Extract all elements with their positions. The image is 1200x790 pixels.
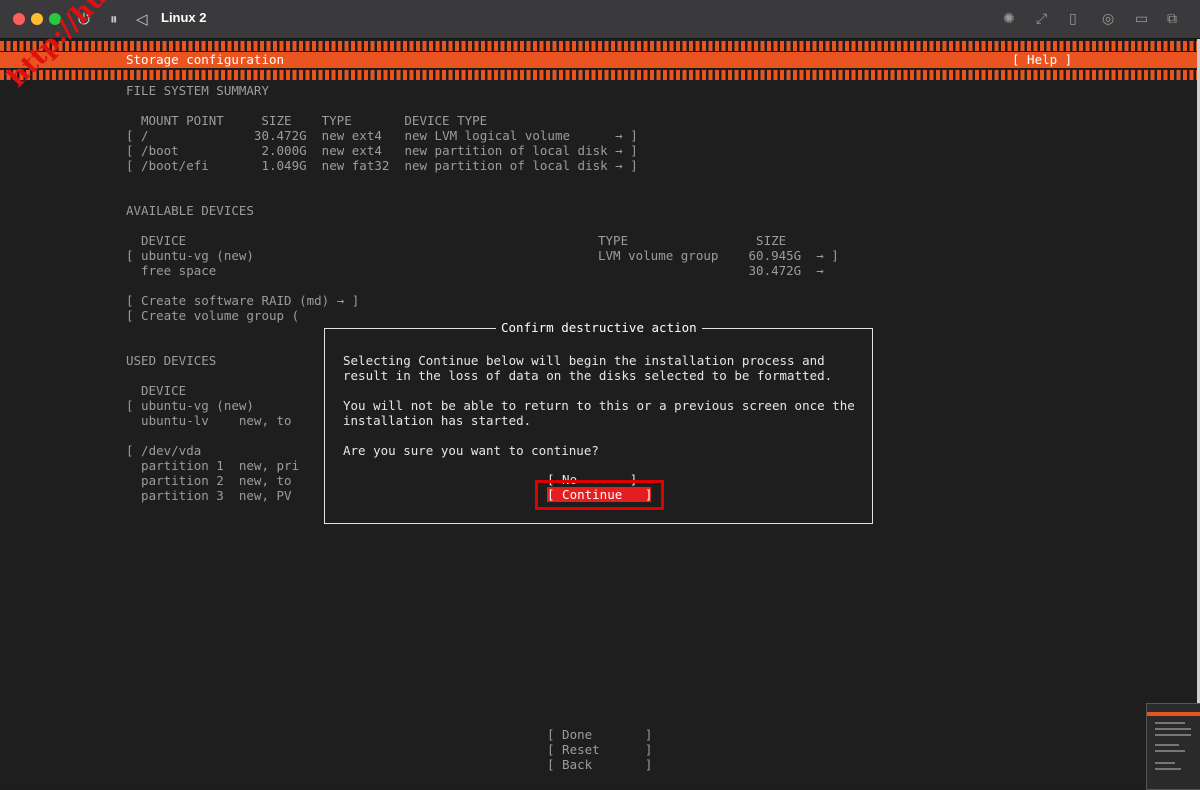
used-row[interactable]: partition 2 new, to: [126, 473, 292, 488]
resize-icon[interactable]: ⤢: [1036, 9, 1047, 29]
available-row-free-space[interactable]: free space: [126, 263, 216, 278]
minimize-window-button[interactable]: [31, 13, 43, 25]
reset-button[interactable]: [ Reset ]: [547, 742, 652, 757]
dialog-text-line: installation has started.: [343, 413, 532, 428]
brightness-icon[interactable]: ✺: [1003, 9, 1015, 29]
folder-icon[interactable]: ▭: [1135, 9, 1148, 29]
available-col-type-size: TYPE SIZE: [598, 233, 787, 248]
disc-icon[interactable]: ◎: [1102, 9, 1114, 29]
available-row-ubuntu-vg-info: LVM volume group 60.945G → ]: [598, 248, 839, 263]
window-titlebar: ⏻ ⏸ ◁ Linux 2 ✺ ⤢ ▯ ◎ ▭ ⧉: [0, 0, 1200, 39]
used-row[interactable]: partition 3 new, PV: [126, 488, 292, 503]
used-col-device: DEVICE: [141, 383, 187, 398]
vm-screen[interactable]: Storage configuration [ Help ] FILE SYST…: [0, 39, 1197, 788]
used-row[interactable]: [ /dev/vda: [126, 443, 201, 458]
fs-row-root[interactable]: [ / 30.472G new ext4 new LVM logical vol…: [126, 128, 638, 143]
help-button[interactable]: [ Help ]: [1012, 52, 1072, 68]
used-row[interactable]: [ ubuntu-vg (new): [126, 398, 254, 413]
back-icon[interactable]: ◁: [136, 9, 148, 29]
done-button[interactable]: [ Done ]: [547, 727, 652, 742]
available-row-ubuntu-vg[interactable]: [ ubuntu-vg (new): [126, 248, 254, 263]
close-window-button[interactable]: [13, 13, 25, 25]
confirm-dialog: Confirm destructive action Selecting Con…: [324, 320, 873, 524]
used-devices-heading: USED DEVICES: [126, 353, 217, 368]
available-devices-heading: AVAILABLE DEVICES: [126, 203, 254, 218]
header-decoration-bottom: [0, 70, 1197, 80]
available-row-free-space-size: 30.472G →: [598, 263, 824, 278]
page-title: Storage configuration: [126, 52, 285, 67]
create-volume-group-button[interactable]: [ Create volume group (: [126, 308, 299, 323]
installer-header: Storage configuration [ Help ]: [0, 52, 1197, 68]
window-title: Linux 2: [161, 10, 207, 25]
fs-row-boot-efi[interactable]: [ /boot/efi 1.049G new fat32 new partiti…: [126, 158, 638, 173]
header-decoration-top: [0, 41, 1197, 51]
create-raid-button[interactable]: [ Create software RAID (md) → ]: [126, 293, 359, 308]
dialog-text-line: Selecting Continue below will begin the …: [343, 353, 825, 368]
dialog-text-line: result in the loss of data on the disks …: [343, 368, 833, 383]
used-row[interactable]: partition 1 new, pri: [126, 458, 299, 473]
dialog-title: Confirm destructive action: [496, 320, 702, 336]
windows-icon[interactable]: ⧉: [1167, 9, 1177, 29]
available-col-device: DEVICE: [141, 233, 187, 248]
highlight-annotation-box: [535, 480, 664, 510]
fs-summary-heading: FILE SYSTEM SUMMARY: [126, 83, 269, 98]
pause-icon[interactable]: ⏸: [110, 9, 118, 29]
back-button[interactable]: [ Back ]: [547, 757, 652, 772]
usb-icon[interactable]: ▯: [1069, 9, 1077, 29]
fs-row-boot[interactable]: [ /boot 2.000G new ext4 new partition of…: [126, 143, 638, 158]
used-row[interactable]: ubuntu-lv new, to: [126, 413, 292, 428]
screenshot-thumbnail[interactable]: [1146, 703, 1200, 790]
fs-summary-columns: MOUNT POINT SIZE TYPE DEVICE TYPE: [141, 113, 488, 128]
dialog-text-line: You will not be able to return to this o…: [343, 398, 855, 413]
dialog-question: Are you sure you want to continue?: [343, 443, 599, 458]
